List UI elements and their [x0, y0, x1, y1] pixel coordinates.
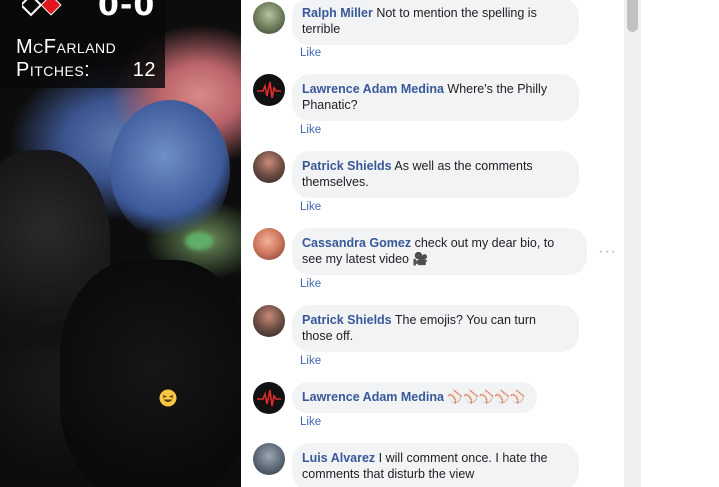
game-score: 0-0	[98, 0, 156, 22]
comment-bubble: Cassandra Gomez check out my dear bio, t…	[292, 228, 587, 275]
avatar[interactable]	[253, 228, 285, 260]
comment-bubble: Lawrence Adam Medina Where's the Philly …	[292, 74, 579, 121]
comment-bubble: Lawrence Adam Medina ⚾⚾⚾⚾⚾	[292, 382, 538, 413]
avatar[interactable]	[253, 305, 285, 337]
like-button[interactable]: Like	[300, 278, 321, 290]
pitch-count-row: Pitches: 12	[16, 59, 156, 82]
avatar[interactable]	[253, 2, 285, 34]
pitches-label: Pitches:	[16, 59, 91, 81]
like-button[interactable]: Like	[300, 416, 321, 428]
more-options-icon[interactable]: ···	[598, 244, 617, 260]
laughing-emoji-icon	[159, 389, 177, 407]
video-background-figure	[110, 100, 230, 240]
like-button[interactable]: Like	[300, 201, 321, 213]
comment-bubble: Patrick Shields As well as the comments …	[292, 151, 579, 198]
like-button[interactable]: Like	[300, 355, 321, 367]
comments-panel: Ralph Miller Not to mention the spelling…	[241, 0, 641, 487]
avatar[interactable]	[253, 443, 285, 475]
comment-bubble: Luis Alvarez I will comment once. I hate…	[292, 443, 579, 487]
live-video[interactable]: 0-0 McFarland Pitches: 12	[0, 0, 241, 487]
page-margin	[641, 0, 719, 487]
comment-author[interactable]: Lawrence Adam Medina	[302, 390, 444, 404]
comment-author[interactable]: Patrick Shields	[302, 313, 392, 327]
video-background-detail	[185, 232, 213, 250]
comment-author[interactable]: Luis Alvarez	[302, 451, 375, 465]
scoreboard: 0-0 McFarland Pitches: 12	[0, 0, 165, 88]
comment-text: ⚾⚾⚾⚾⚾	[447, 390, 526, 404]
like-button[interactable]: Like	[300, 47, 321, 59]
comment-author[interactable]: Cassandra Gomez	[302, 236, 411, 250]
comment-author[interactable]: Lawrence Adam Medina	[302, 82, 444, 96]
comments-scrollbar[interactable]	[624, 0, 641, 487]
like-button[interactable]: Like	[300, 124, 321, 136]
base-diamond-icon	[22, 0, 62, 17]
video-foreground-figure	[60, 260, 241, 487]
comment-author[interactable]: Patrick Shields	[302, 159, 392, 173]
scrollbar-thumb[interactable]	[627, 0, 638, 32]
pitcher-name: McFarland	[16, 36, 117, 58]
avatar[interactable]	[253, 382, 285, 414]
avatar[interactable]	[253, 74, 285, 106]
pitch-count: 12	[132, 59, 156, 81]
comment-bubble: Patrick Shields The emojis? You can turn…	[292, 305, 579, 352]
comment-bubble: Ralph Miller Not to mention the spelling…	[292, 0, 579, 45]
comment-author[interactable]: Ralph Miller	[302, 6, 373, 20]
avatar[interactable]	[253, 151, 285, 183]
heartbeat-icon	[257, 81, 281, 99]
heartbeat-icon	[257, 389, 281, 407]
